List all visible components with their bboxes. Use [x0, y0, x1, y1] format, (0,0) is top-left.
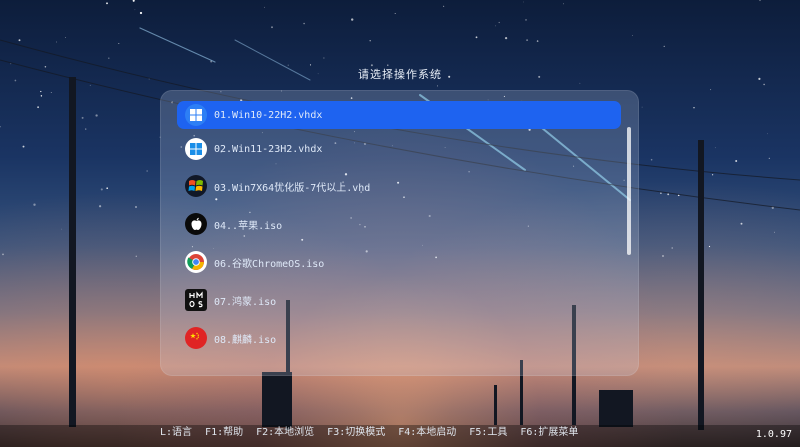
- key-switch-mode[interactable]: F3:切换模式: [327, 423, 385, 438]
- menu-item-label: 01.Win10-22H2.vhdx: [214, 109, 323, 121]
- page-title: 请选择操作系统: [358, 68, 442, 81]
- key-help[interactable]: F1:帮助: [205, 423, 243, 438]
- key-extended-menu[interactable]: F6:扩展菜单: [520, 423, 578, 438]
- menu-item-chromeos[interactable]: 06.谷歌ChromeOS.iso: [177, 248, 621, 276]
- harmonyos-icon: [185, 289, 207, 311]
- os-menu-panel: 01.Win10-22H2.vhdx 02.Win11-23H2.vhdx 03…: [160, 90, 639, 376]
- key-language[interactable]: L:语言: [160, 423, 192, 438]
- menu-item-label: 04..苹果.iso: [214, 220, 283, 232]
- function-key-bar: L:语言 F1:帮助 F2:本地浏览 F3:切换模式 F4:本地启动 F5:工具…: [160, 423, 578, 438]
- menu-item-label: 02.Win11-23H2.vhdx: [214, 143, 323, 155]
- version-label: 1.0.97: [755, 429, 792, 440]
- windows7-icon: [185, 175, 207, 197]
- menu-item-win7[interactable]: 03.Win7X64优化版-7代以上.vhd: [177, 172, 621, 200]
- menu-item-kylin[interactable]: 08.麒麟.iso: [177, 324, 621, 352]
- menu-item-label: 08.麒麟.iso: [214, 334, 277, 346]
- menu-item-win10[interactable]: 01.Win10-22H2.vhdx: [177, 101, 621, 129]
- menu-item-win11[interactable]: 02.Win11-23H2.vhdx: [177, 135, 621, 163]
- apple-icon: [185, 213, 207, 235]
- menu-item-apple[interactable]: 04..苹果.iso: [177, 210, 621, 238]
- key-local-browse[interactable]: F2:本地浏览: [256, 423, 314, 438]
- menu-item-label: 03.Win7X64优化版-7代以上.vhd: [214, 182, 371, 194]
- windows10-icon: [185, 104, 207, 126]
- menu-scrollbar[interactable]: [627, 127, 631, 255]
- chrome-icon: [185, 251, 207, 273]
- windows11-icon: [185, 138, 207, 160]
- menu-item-harmonyos[interactable]: 07.鸿蒙.iso: [177, 286, 621, 314]
- key-tools[interactable]: F5:工具: [469, 423, 507, 438]
- china-flag-icon: [185, 327, 207, 349]
- menu-item-label: 07.鸿蒙.iso: [214, 296, 277, 308]
- menu-item-label: 06.谷歌ChromeOS.iso: [214, 258, 325, 270]
- key-local-boot[interactable]: F4:本地启动: [398, 423, 456, 438]
